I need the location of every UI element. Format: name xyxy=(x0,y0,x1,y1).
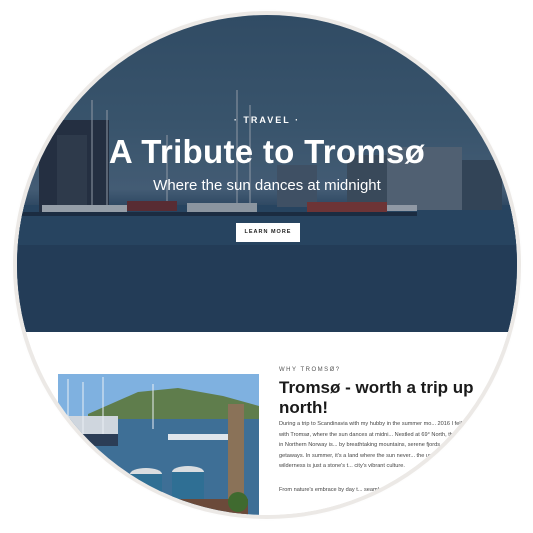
harbor-photo-image xyxy=(58,374,259,515)
hero-title: A Tribute to Tromsø xyxy=(108,133,426,170)
intro-section: WHY TROMSØ? Tromsø - worth a trip up nor… xyxy=(17,332,517,515)
section-eyebrow: WHY TROMSØ? xyxy=(279,367,341,373)
harbor-photo xyxy=(58,374,259,515)
section-paragraph-2: From nature's embrace by day t... seamle… xyxy=(279,487,471,493)
hero-kicker: · TRAVEL · xyxy=(233,115,301,125)
hero-banner: · TRAVEL · A Tribute to Tromsø Where the… xyxy=(17,15,517,332)
hero-overlay xyxy=(17,15,517,332)
section-heading: Tromsø - worth a trip up north! xyxy=(279,378,474,417)
section-paragraph-1: During a trip to Scandinavia with my hub… xyxy=(279,421,485,469)
circular-frame: · TRAVEL · A Tribute to Tromsø Where the… xyxy=(17,15,517,515)
learn-more-button[interactable]: LEARN MORE xyxy=(236,223,300,242)
hero-subtitle: Where the sun dances at midnight xyxy=(153,177,381,194)
